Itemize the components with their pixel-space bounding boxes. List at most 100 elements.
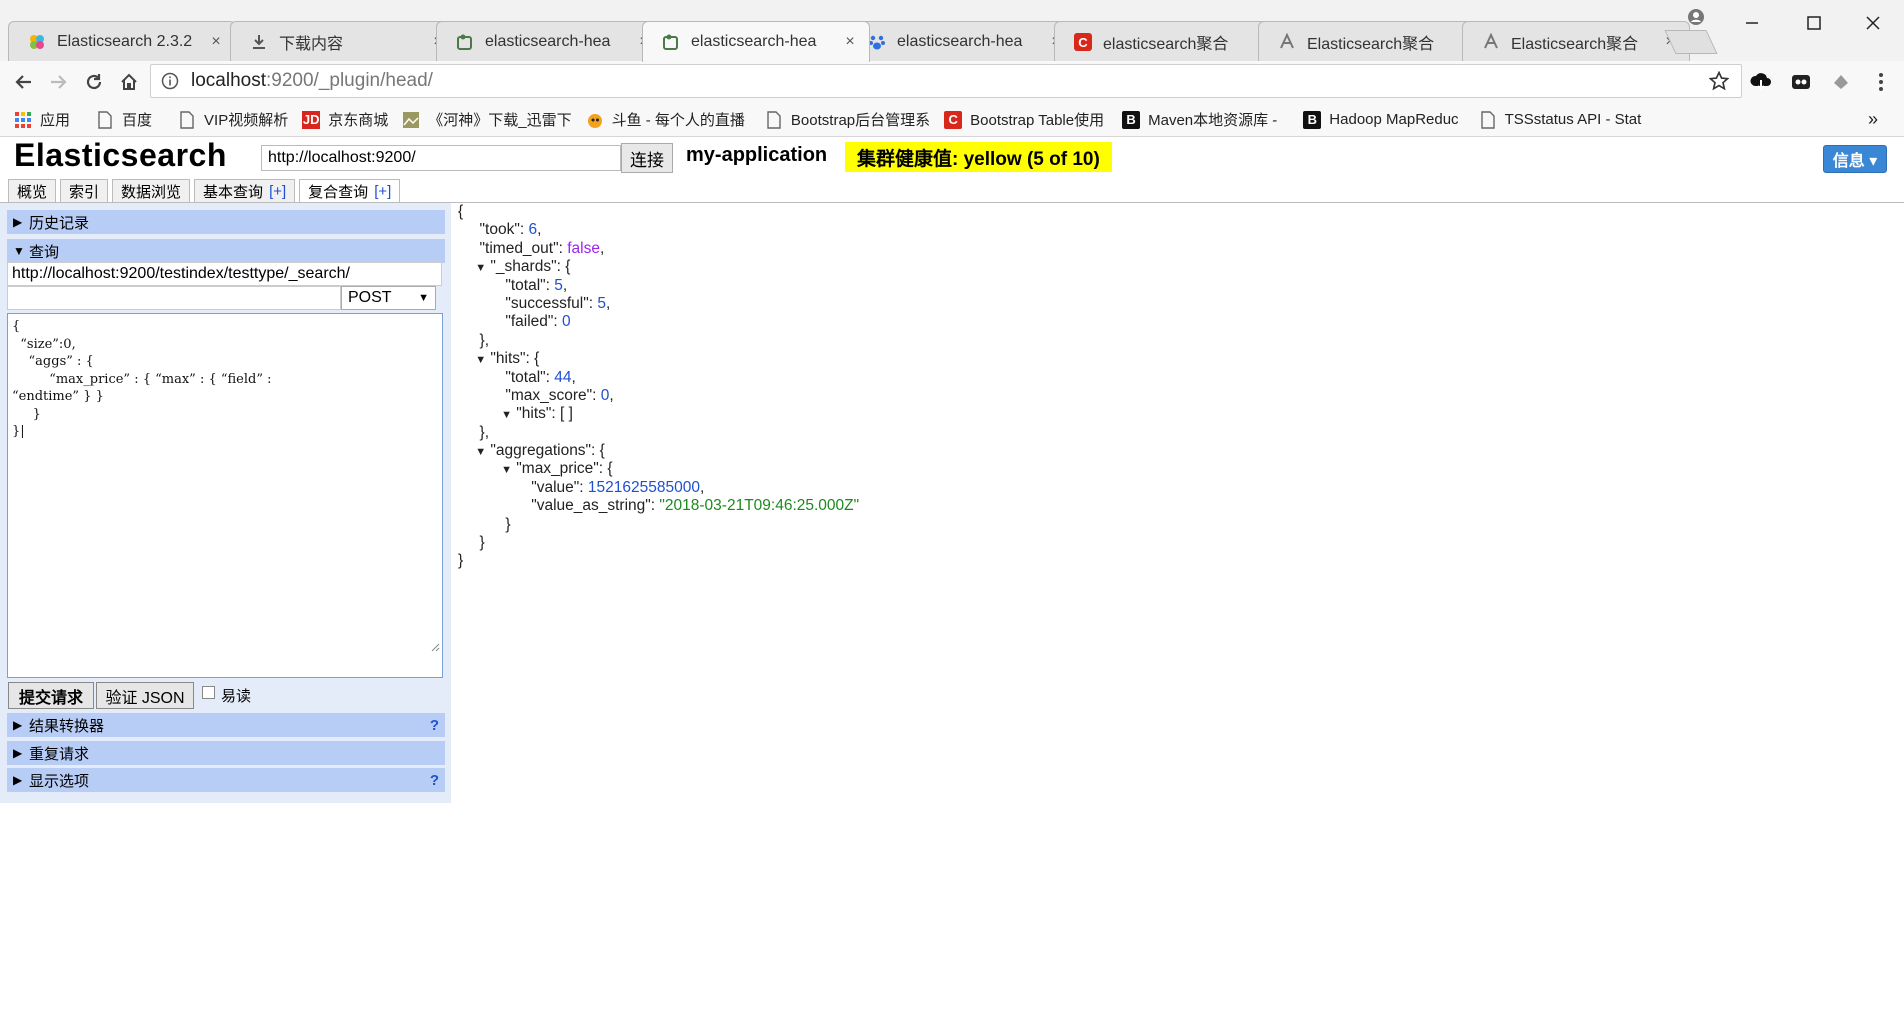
bookmarks-bar: 应用 百度 VIP视频解析 JD 京东商城 《河神》下载_迅雷下 斗鱼 - 每个… [0, 103, 1904, 137]
pretty-print-checkbox[interactable] [202, 686, 215, 699]
collapse-toggle-icon[interactable]: ▼ [475, 262, 486, 274]
address-bar[interactable]: localhost:9200/_plugin/head/ [150, 64, 1742, 98]
json-line: ▼ "_shards": { [475, 258, 571, 276]
triangle-right-icon: ▶ [13, 215, 23, 229]
body-line: “max_price” : { “max” : { “field” : [12, 371, 272, 387]
submit-request-button[interactable]: 提交请求 [8, 682, 94, 709]
collapse-toggle-icon[interactable]: ▼ [501, 464, 512, 476]
json-line: }, [458, 423, 490, 441]
bookmark-douyu[interactable]: 斗鱼 - 每个人的直播 [586, 109, 745, 130]
query-url-input[interactable]: http://localhost:9200/testindex/testtype… [7, 262, 442, 286]
reload-icon[interactable] [79, 67, 109, 97]
json-value-shards-total: 5 [554, 276, 563, 294]
http-method-select[interactable]: POST ▼ [341, 286, 436, 310]
tab-browser[interactable]: 数据浏览 [112, 179, 191, 203]
elastic-flower-icon [27, 32, 47, 52]
bookmark-bootstrap-admin[interactable]: Bootstrap后台管理系 [765, 109, 930, 130]
request-body-textarea[interactable]: { “size”:0, “aggs” : { “max_price” : { “… [7, 313, 443, 678]
tab-title: elasticsearch-hea [691, 33, 817, 50]
home-icon[interactable] [114, 67, 144, 97]
browser-tab-4-active[interactable]: elasticsearch-hea × [642, 21, 870, 62]
collapse-toggle-icon[interactable]: ▼ [501, 409, 512, 421]
menu-icon[interactable] [1866, 67, 1896, 97]
tab-label: 索引 [69, 184, 100, 201]
bookmark-bootstrap-table[interactable]: C Bootstrap Table使用 [944, 109, 1104, 130]
star-icon[interactable] [1709, 71, 1729, 91]
bookmark-tssstatus[interactable]: TSSstatus API - Stat [1479, 110, 1642, 129]
bookmark-hadoop[interactable]: B Hadoop MapReduc [1303, 110, 1459, 129]
csdn-icon: C [1073, 32, 1093, 52]
resize-grip-icon[interactable] [413, 623, 440, 676]
bookmark-label: Bootstrap后台管理系 [790, 112, 931, 129]
browser-tab-5[interactable]: elasticsearch-hea × [848, 21, 1076, 61]
tab-add-button[interactable]: [+] [269, 183, 286, 200]
triangle-down-icon: ▼ [13, 244, 25, 258]
collapse-toggle-icon[interactable]: ▼ [475, 446, 486, 458]
body-line: } [12, 406, 41, 422]
browser-tab-7[interactable]: Elasticsearch聚合 × [1258, 21, 1486, 61]
extension-gray-icon[interactable] [1826, 67, 1856, 97]
browser-tab-2[interactable]: 下载内容 × [230, 21, 458, 61]
plugin-icon [455, 32, 475, 52]
close-icon[interactable]: × [841, 33, 859, 51]
json-line: } [458, 552, 464, 570]
body-line: “endtime” } } [12, 389, 104, 404]
bookmark-maven[interactable]: B Maven本地资源库 - [1122, 109, 1277, 130]
tab-label: 复合查询 [308, 184, 369, 201]
dropdown-arrow-icon: ▼ [418, 292, 429, 304]
json-value-max-score: 0 [600, 386, 610, 404]
window-close-icon[interactable] [1845, 8, 1901, 38]
bookmark-apps[interactable]: 应用 [14, 109, 70, 130]
tab-overview[interactable]: 概览 [8, 179, 57, 203]
json-value-hits-total: 44 [554, 368, 572, 386]
page-title: Elasticsearch [14, 137, 227, 173]
bookmark-heshen[interactable]: 《河神》下载_迅雷下 [402, 109, 572, 130]
browser-tab-8[interactable]: Elasticsearch聚合 × [1462, 21, 1690, 61]
extension-mask-icon[interactable] [1786, 67, 1816, 97]
csdn-icon: C [944, 110, 963, 129]
bookmark-jd[interactable]: JD 京东商城 [302, 109, 388, 130]
minimize-icon[interactable] [1724, 8, 1780, 38]
tab-structured-query[interactable]: 基本查询 [+] [194, 179, 296, 203]
browser-tab-6[interactable]: C elasticsearch聚合 × [1054, 21, 1282, 61]
method-value: POST [348, 289, 392, 306]
app-header: Elasticsearch 连接 my-application 集群健康值: y… [0, 137, 1904, 179]
bookmarks-overflow-button[interactable]: » [1868, 109, 1878, 130]
browser-tab-3[interactable]: elasticsearch-hea × [436, 21, 664, 61]
section-label: 显示选项 [29, 772, 90, 790]
triangle-right-icon: ▶ [13, 746, 23, 760]
extension-download-icon[interactable] [1746, 67, 1776, 97]
bookmark-baidu[interactable]: 百度 [96, 109, 152, 130]
address-path: :9200/_plugin/head/ [266, 70, 433, 91]
history-section-header[interactable]: ▶ 历史记录 [7, 210, 445, 234]
bookmark-label: Hadoop MapReduc [1329, 111, 1459, 128]
validate-json-button[interactable]: 验证 JSON [96, 682, 194, 709]
profile-icon[interactable] [1668, 2, 1724, 32]
download-icon [249, 32, 269, 52]
json-line: ▼ "max_price": { [501, 460, 613, 478]
page-info-icon[interactable] [161, 72, 179, 90]
tab-add-button[interactable]: [+] [374, 183, 391, 200]
maximize-icon[interactable] [1786, 8, 1842, 38]
cluster-url-input[interactable] [261, 145, 621, 171]
help-icon[interactable]: ? [430, 717, 439, 734]
collapse-toggle-icon[interactable]: ▼ [475, 354, 486, 366]
tab-indices[interactable]: 索引 [60, 179, 109, 203]
svg-text:C: C [1078, 35, 1088, 50]
back-icon[interactable] [9, 67, 39, 97]
connect-button[interactable]: 连接 [621, 143, 673, 173]
tab-any-request[interactable]: 复合查询 [+] [299, 179, 401, 203]
help-icon[interactable]: ? [430, 772, 439, 789]
info-dropdown-button[interactable]: 信息 ▾ [1823, 145, 1887, 173]
forward-icon[interactable] [43, 67, 73, 97]
display-options-section-header[interactable]: ▶ 显示选项 ? [7, 768, 445, 792]
tab-title: elasticsearch-hea [897, 32, 1023, 50]
transformer-section-header[interactable]: ▶ 结果转换器 ? [7, 713, 445, 737]
bookmark-label: TSSstatus API - Stat [1504, 111, 1642, 128]
repeat-request-section-header[interactable]: ▶ 重复请求 [7, 741, 445, 765]
bookmark-vip-video[interactable]: VIP视频解析 [178, 109, 288, 130]
query-section-header[interactable]: ▼ 查询 [7, 239, 445, 263]
query-path-input[interactable] [7, 286, 341, 310]
close-icon[interactable]: × [207, 33, 225, 51]
browser-tab-1[interactable]: Elasticsearch 2.3.2 × [8, 21, 236, 61]
